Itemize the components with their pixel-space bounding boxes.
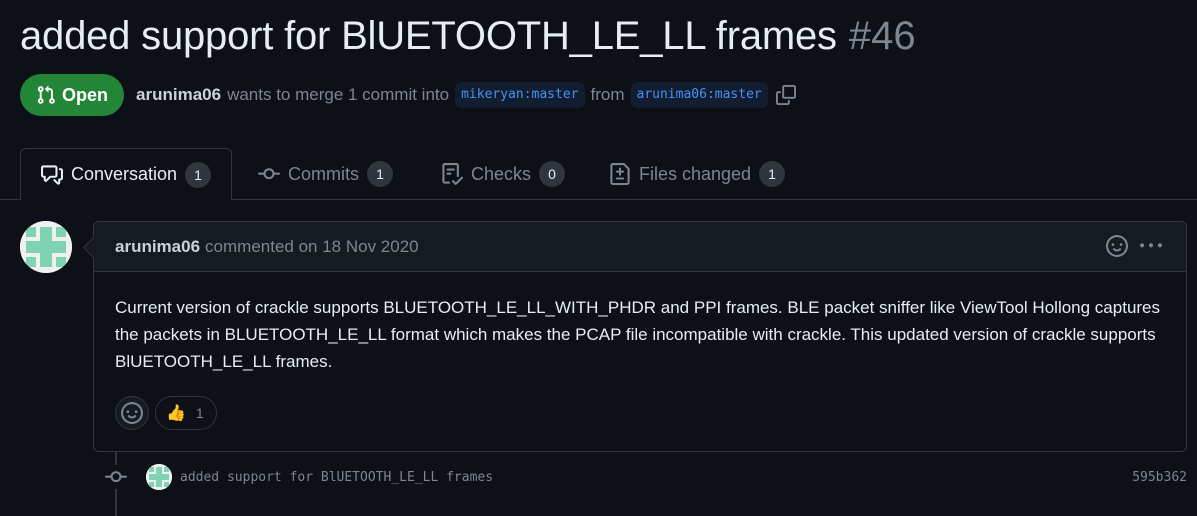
file-diff-icon (610, 163, 630, 185)
pr-meta-row: Open arunima06 wants to merge 1 commit i… (20, 74, 796, 116)
avatar[interactable] (20, 221, 72, 273)
kebab-horizontal-icon[interactable] (1140, 235, 1162, 257)
tab-checks[interactable]: Checks 0 (441, 148, 566, 200)
git-commit-icon (258, 168, 280, 180)
from-text: from (590, 85, 625, 104)
thumbs-up-icon: 👍 (166, 405, 186, 422)
timeline-commit: added support for BlUETOOTH_LE_LL frames… (104, 462, 1187, 492)
git-commit-icon (105, 471, 127, 483)
pr-number: #46 (848, 14, 916, 58)
comment-actions (1106, 235, 1162, 257)
comment-discussion-icon (41, 164, 63, 185)
tab-conversation[interactable]: Conversation 1 (20, 148, 233, 201)
copy-icon[interactable] (775, 85, 796, 105)
comment-header: arunima06 commented on 18 Nov 2020 (94, 222, 1186, 272)
head-branch-label[interactable]: arunima06:master (630, 82, 768, 108)
thumbs-up-reaction[interactable]: 👍 1 (155, 396, 217, 430)
tab-commits-label: Commits (288, 163, 359, 184)
pr-title: added support for BlUETOOTH_LE_LL frames (20, 14, 837, 58)
tab-conversation-count: 1 (185, 161, 212, 188)
tab-conversation-label: Conversation (71, 164, 178, 184)
reaction-count: 1 (195, 405, 204, 421)
tab-commits-count: 1 (367, 161, 393, 187)
comment-author-link[interactable]: arunima06 (115, 237, 200, 257)
tab-checks-count: 0 (539, 161, 566, 187)
base-branch-label[interactable]: mikeryan:master (455, 82, 585, 108)
comment-timestamp[interactable]: commented on 18 Nov 2020 (205, 237, 419, 257)
smiley-icon (121, 402, 143, 424)
comment-body: Current version of crackle supports BLUE… (115, 298, 1161, 371)
checklist-icon (442, 163, 463, 185)
identicon-avatar (20, 221, 72, 273)
tab-files-changed[interactable]: Files changed 1 (609, 148, 786, 200)
git-pull-request-icon (37, 85, 55, 104)
tab-commits[interactable]: Commits 1 (258, 148, 393, 200)
merge-text: wants to merge 1 commit into (227, 85, 450, 104)
identicon-avatar (146, 464, 172, 490)
comment-box: arunima06 commented on 18 Nov 2020 Curre… (93, 221, 1187, 452)
commit-author-avatar[interactable] (146, 464, 172, 490)
pr-tabs: Conversation 1 Commits 1 Checks 0 Files … (0, 148, 1197, 201)
merge-description: arunima06 wants to merge 1 commit into m… (136, 82, 796, 108)
commit-sha-link[interactable]: 595b362 (1132, 470, 1187, 485)
open-state-badge: Open (20, 74, 125, 116)
state-label: Open (62, 84, 109, 105)
add-reaction-button[interactable] (115, 396, 149, 430)
pr-author-link[interactable]: arunima06 (136, 85, 221, 105)
tab-files-changed-count: 1 (759, 161, 786, 187)
commit-message-link[interactable]: added support for BlUETOOTH_LE_LL frames (180, 470, 493, 485)
tab-files-changed-label: Files changed (639, 163, 752, 184)
pr-title-row: added support for BlUETOOTH_LE_LL frames… (20, 14, 916, 59)
commit-node (104, 465, 128, 489)
tab-checks-label: Checks (471, 163, 532, 184)
smiley-icon[interactable] (1106, 235, 1128, 257)
reactions-bar: 👍 1 (115, 396, 217, 430)
